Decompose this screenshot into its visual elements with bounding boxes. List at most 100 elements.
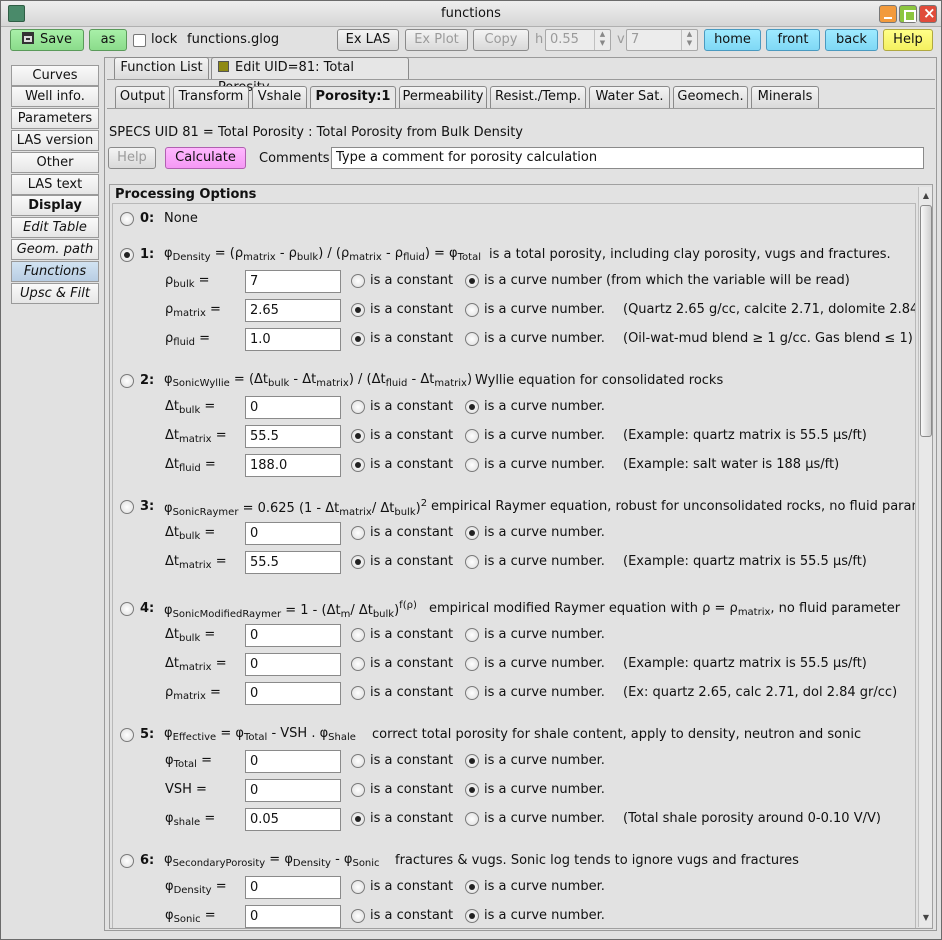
constant-radio[interactable] [351, 429, 365, 443]
param-input[interactable]: 0 [245, 750, 341, 773]
param-input[interactable]: 0 [245, 396, 341, 419]
front-button[interactable]: front [766, 29, 820, 51]
option-6-radio[interactable] [120, 854, 134, 868]
param-input[interactable]: 7 [245, 270, 341, 293]
sidebar-item-edit-table[interactable]: Edit Table [11, 217, 99, 238]
calculate-button[interactable]: Calculate [165, 147, 246, 169]
curve-radio[interactable] [465, 458, 479, 472]
option-0-radio[interactable] [120, 212, 134, 226]
curve-radio[interactable] [465, 880, 479, 894]
maximize-icon[interactable] [899, 5, 917, 23]
tab-transform[interactable]: Transform [173, 86, 249, 108]
param-input[interactable]: 0 [245, 779, 341, 802]
tab-minerals[interactable]: Minerals [751, 86, 819, 108]
option-4-radio[interactable] [120, 602, 134, 616]
home-button[interactable]: home [704, 29, 761, 51]
tab-water-sat[interactable]: Water Sat. [589, 86, 670, 108]
export-plot-button[interactable]: Ex Plot [405, 29, 468, 51]
back-button[interactable]: back [825, 29, 878, 51]
tab-permeability[interactable]: Permeability [399, 86, 487, 108]
param-input[interactable]: 0 [245, 653, 341, 676]
constant-radio[interactable] [351, 303, 365, 317]
constant-radio[interactable] [351, 555, 365, 569]
export-las-button[interactable]: Ex LAS [337, 29, 399, 51]
tab-edit-uid[interactable]: Edit UID=81: Total Porosity [211, 57, 409, 95]
sidebar-item-las-text[interactable]: LAS text [11, 174, 99, 195]
constant-radio[interactable] [351, 526, 365, 540]
param-input[interactable]: 0 [245, 522, 341, 545]
sidebar-item-upsc-filt[interactable]: Upsc & Filt [11, 283, 99, 304]
vertical-scrollbar[interactable]: ▲ ▼ [918, 187, 932, 927]
param-input[interactable]: 55.5 [245, 551, 341, 574]
param-input[interactable]: 188.0 [245, 454, 341, 477]
sidebar-item-curves[interactable]: Curves [11, 65, 99, 86]
tab-output[interactable]: Output [115, 86, 170, 108]
curve-radio[interactable] [465, 555, 479, 569]
constant-radio[interactable] [351, 628, 365, 642]
option-3-radio[interactable] [120, 500, 134, 514]
constant-radio[interactable] [351, 909, 365, 923]
sidebar-item-las-version[interactable]: LAS version [11, 130, 99, 151]
curve-radio[interactable] [465, 812, 479, 826]
sidebar-item-other[interactable]: Other [11, 152, 99, 173]
option-1-radio[interactable] [120, 248, 134, 262]
tab-function-list[interactable]: Function List [114, 57, 209, 79]
scroll-down-icon[interactable]: ▼ [920, 911, 932, 925]
param-input[interactable]: 0 [245, 624, 341, 647]
param-input[interactable]: 0.05 [245, 808, 341, 831]
constant-radio[interactable] [351, 400, 365, 414]
constant-radio[interactable] [351, 657, 365, 671]
sidebar-item-display[interactable]: Display [11, 195, 99, 216]
tab-resist-temp[interactable]: Resist./Temp. [490, 86, 586, 108]
scrollbar-thumb[interactable] [920, 205, 932, 437]
param-input[interactable]: 0 [245, 905, 341, 928]
param-input[interactable]: 55.5 [245, 425, 341, 448]
copy-button[interactable]: Copy [473, 29, 529, 51]
curve-radio[interactable] [465, 332, 479, 346]
param-input[interactable]: 0 [245, 876, 341, 899]
curve-radio[interactable] [465, 909, 479, 923]
spinner-arrows-icon[interactable]: ▲ ▼ [594, 30, 610, 50]
help-button[interactable]: Help [883, 29, 933, 51]
sidebar-item-parameters[interactable]: Parameters [11, 108, 99, 129]
constant-radio[interactable] [351, 458, 365, 472]
curve-radio[interactable] [465, 274, 479, 288]
help-calc-button[interactable]: Help [108, 147, 156, 169]
param-input[interactable]: 0 [245, 682, 341, 705]
tab-vshale[interactable]: Vshale [252, 86, 307, 108]
lock-checkbox[interactable] [133, 34, 146, 47]
curve-radio[interactable] [465, 400, 479, 414]
curve-radio[interactable] [465, 526, 479, 540]
tab-geomech[interactable]: Geomech. [673, 86, 748, 108]
scroll-up-icon[interactable]: ▲ [920, 189, 932, 203]
v-spinner[interactable]: 7 ▲ ▼ [626, 29, 698, 51]
curve-radio[interactable] [465, 686, 479, 700]
constant-radio[interactable] [351, 812, 365, 826]
constant-radio[interactable] [351, 783, 365, 797]
param-input[interactable]: 1.0 [245, 328, 341, 351]
curve-radio[interactable] [465, 628, 479, 642]
option-2-radio[interactable] [120, 374, 134, 388]
save-as-button[interactable]: as [89, 29, 127, 51]
curve-radio[interactable] [465, 657, 479, 671]
sidebar-item-geom-path[interactable]: Geom. path [11, 239, 99, 260]
constant-radio[interactable] [351, 332, 365, 346]
constant-radio[interactable] [351, 686, 365, 700]
option-5-radio[interactable] [120, 728, 134, 742]
param-input[interactable]: 2.65 [245, 299, 341, 322]
close-icon[interactable] [919, 4, 937, 23]
sidebar-item-functions[interactable]: Functions [11, 261, 99, 282]
curve-radio[interactable] [465, 754, 479, 768]
curve-radio[interactable] [465, 783, 479, 797]
spinner-arrows-icon[interactable]: ▲ ▼ [681, 30, 697, 50]
constant-radio[interactable] [351, 274, 365, 288]
constant-radio[interactable] [351, 754, 365, 768]
minimize-icon[interactable] [879, 5, 897, 23]
curve-radio[interactable] [465, 303, 479, 317]
sidebar-item-well-info[interactable]: Well info. [11, 86, 99, 107]
tab-porosity[interactable]: Porosity:1 [310, 86, 396, 108]
curve-radio[interactable] [465, 429, 479, 443]
comments-field[interactable]: Type a comment for porosity calculation [331, 147, 924, 169]
save-button[interactable]: Save [10, 29, 84, 51]
constant-radio[interactable] [351, 880, 365, 894]
